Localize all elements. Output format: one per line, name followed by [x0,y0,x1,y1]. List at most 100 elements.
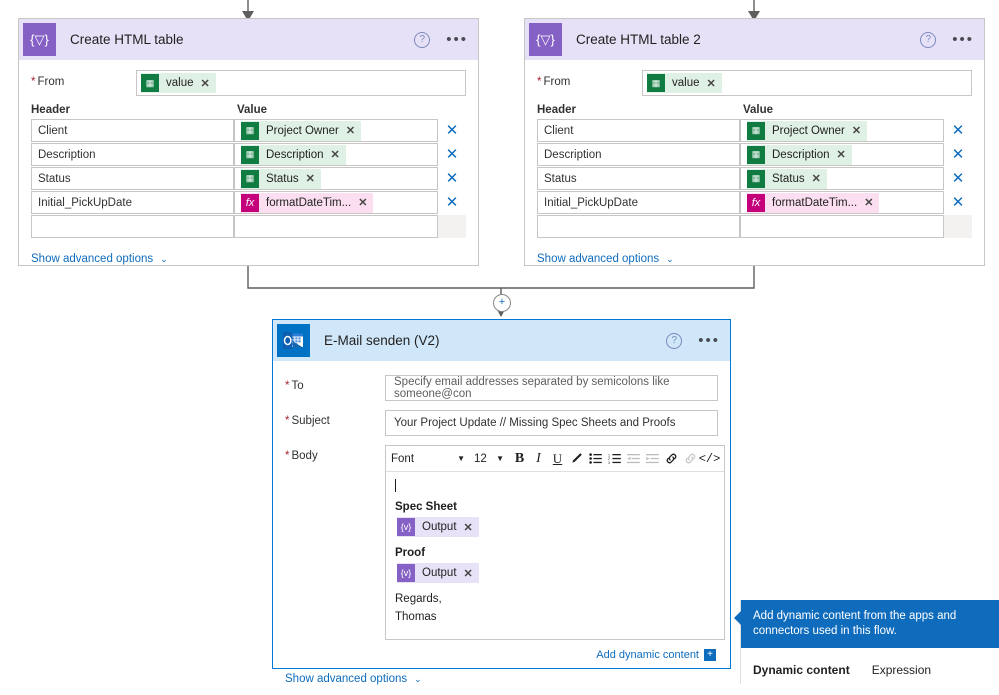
delete-row-icon[interactable]: ✕ [944,171,972,186]
table-row[interactable]: Client ▦ Project Owner ✕ ✕ [537,119,972,142]
token-chip-output[interactable]: {v} Output ✕ [397,517,479,537]
table-row[interactable]: Status ▦ Status ✕ ✕ [537,167,972,190]
outdent-icon[interactable] [625,449,642,469]
show-advanced-options-link[interactable]: Show advanced options ⌄ [31,253,168,265]
help-icon[interactable]: ? [414,31,431,48]
help-icon[interactable]: ? [666,332,683,349]
header-cell-input[interactable]: Status [31,167,234,190]
value-cell-input[interactable]: ▦ Description ✕ [234,143,438,166]
value-cell-input[interactable]: ▦ Description ✕ [740,143,944,166]
add-dynamic-content-link[interactable]: Add dynamic content + [285,649,718,661]
link-icon[interactable] [663,449,680,469]
underline-button[interactable]: U [549,449,566,469]
delete-row-icon[interactable]: ✕ [438,195,466,210]
delete-row-icon[interactable]: ✕ [438,147,466,162]
bulleted-list-icon[interactable] [587,449,604,469]
action-card-create-html-table-2[interactable]: {▽} Create HTML table 2 ? ••• * From ▦ va… [524,18,985,266]
header-cell-input[interactable]: Initial_PickUpDate [31,191,234,214]
value-cell-input[interactable]: ▦ Status ✕ [234,167,438,190]
show-advanced-options-link[interactable]: Show advanced options ⌄ [537,253,674,265]
more-options-icon[interactable]: ••• [952,32,974,47]
more-options-icon[interactable]: ••• [446,32,468,47]
value-cell-input[interactable]: fx formatDateTim... ✕ [740,191,944,214]
token-chip-output[interactable]: {v} Output ✕ [397,563,479,583]
delete-row-icon[interactable]: ✕ [438,171,466,186]
token-remove-icon[interactable]: ✕ [852,124,861,137]
header-cell-input[interactable]: Initial_PickUpDate [537,191,740,214]
unlink-icon[interactable] [682,449,699,469]
pen-icon[interactable] [568,449,585,469]
delete-row-icon[interactable]: ✕ [944,195,972,210]
delete-row-icon[interactable]: ✕ [944,147,972,162]
tab-expression[interactable]: Expression [872,663,931,677]
table-row[interactable]: Initial_PickUpDate fx formatDateTim... ✕… [537,191,972,214]
token-chip[interactable]: ▦ Status ✕ [747,168,827,189]
italic-button[interactable]: I [530,449,547,469]
token-chip[interactable]: ▦ Description ✕ [747,144,852,165]
token-chip-expression[interactable]: fx formatDateTim... ✕ [747,192,880,213]
token-remove-icon[interactable]: ✕ [464,521,473,534]
value-cell-input[interactable] [740,215,944,238]
action-card-create-html-table[interactable]: {▽} Create HTML table ? ••• * From ▦ valu… [18,18,479,266]
font-size-dropdown[interactable]: 12 ▼ [474,453,504,465]
header-cell-input[interactable]: Status [537,167,740,190]
header-cell-input[interactable]: Client [31,119,234,142]
indent-icon[interactable] [644,449,661,469]
token-remove-icon[interactable]: ✕ [331,148,340,161]
header-cell-input[interactable] [31,215,234,238]
table-row-empty[interactable] [537,215,972,238]
numbered-list-icon[interactable]: 123 [606,449,623,469]
to-input[interactable]: Specify email addresses separated by sem… [385,375,718,401]
bold-button[interactable]: B [511,449,528,469]
header-cell-input[interactable]: Description [31,143,234,166]
table-row[interactable]: Client ▦ Project Owner ✕ ✕ [31,119,466,142]
delete-row-icon[interactable]: ✕ [438,123,466,138]
value-cell-input[interactable]: ▦ Status ✕ [740,167,944,190]
token-chip[interactable]: ▦ Project Owner ✕ [747,120,868,141]
header-cell-input[interactable] [537,215,740,238]
token-remove-icon[interactable]: ✕ [464,567,473,580]
code-view-button[interactable]: </> [699,449,721,469]
token-chip[interactable]: ▦ Status ✕ [241,168,321,189]
token-chip-value[interactable]: ▦ value ✕ [141,73,216,93]
action-card-send-email[interactable]: E-Mail senden (V2) ? ••• * To Specify ema… [272,319,731,685]
font-family-dropdown[interactable]: Font ▼ [391,453,468,465]
table-row[interactable]: Initial_PickUpDate fx formatDateTim... ✕… [31,191,466,214]
help-icon[interactable]: ? [920,31,937,48]
token-remove-icon[interactable]: ✕ [346,124,355,137]
token-remove-icon[interactable]: ✕ [812,172,821,185]
header-cell-input[interactable]: Description [537,143,740,166]
value-cell-input[interactable]: ▦ Project Owner ✕ [740,119,944,142]
tab-dynamic-content[interactable]: Dynamic content [753,663,850,677]
token-remove-icon[interactable]: ✕ [306,172,315,185]
subject-label: * Subject [285,415,330,427]
card-title: E-Mail senden (V2) [324,333,440,348]
rte-content-area[interactable]: Spec Sheet {v} Output ✕ Proof {v} Output [386,472,724,639]
value-cell-input[interactable]: fx formatDateTim... ✕ [234,191,438,214]
token-chip[interactable]: ▦ Project Owner ✕ [241,120,362,141]
delete-row-icon[interactable]: ✕ [944,123,972,138]
insert-step-button[interactable]: + [493,294,511,312]
show-advanced-options-link[interactable]: Show advanced options ⌄ [285,673,422,685]
token-remove-icon[interactable]: ✕ [358,196,367,209]
token-chip-value[interactable]: ▦ value ✕ [647,73,722,93]
token-remove-icon[interactable]: ✕ [864,196,873,209]
more-options-icon[interactable]: ••• [698,333,720,348]
card-body: * To Specify email addresses separated by… [273,361,730,695]
token-remove-icon[interactable]: ✕ [201,77,210,90]
table-row[interactable]: Description ▦ Description ✕ ✕ [31,143,466,166]
subject-input[interactable]: Your Project Update // Missing Spec Shee… [385,410,718,436]
rich-text-editor[interactable]: Font ▼ 12 ▼ B I U 1 2 3 </> Spec Sheet {… [385,445,725,640]
table-row-empty[interactable] [31,215,466,238]
value-cell-input[interactable] [234,215,438,238]
from-input[interactable]: ▦ value ✕ [136,70,466,96]
from-input[interactable]: ▦ value ✕ [642,70,972,96]
value-cell-input[interactable]: ▦ Project Owner ✕ [234,119,438,142]
token-chip-expression[interactable]: fx formatDateTim... ✕ [241,192,374,213]
table-row[interactable]: Status ▦ Status ✕ ✕ [31,167,466,190]
token-remove-icon[interactable]: ✕ [837,148,846,161]
table-row[interactable]: Description ▦ Description ✕ ✕ [537,143,972,166]
token-chip[interactable]: ▦ Description ✕ [241,144,346,165]
header-cell-input[interactable]: Client [537,119,740,142]
token-remove-icon[interactable]: ✕ [707,77,716,90]
